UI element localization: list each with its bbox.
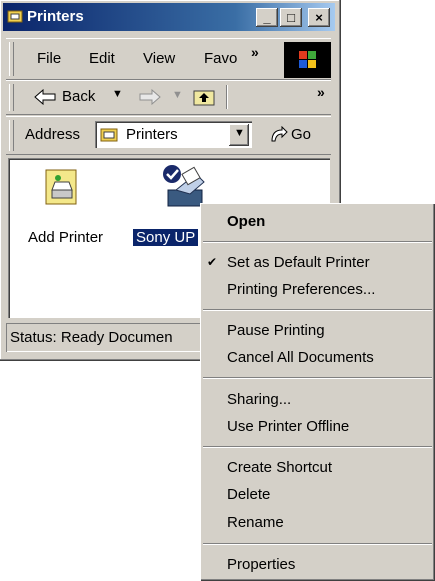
toolbar-grip[interactable]	[9, 84, 14, 111]
menu-item-printing-preferences[interactable]: Printing Preferences...	[227, 281, 375, 298]
back-arrow-icon	[34, 89, 56, 105]
back-dropdown-arrow-icon[interactable]: ▼	[112, 88, 123, 100]
menu-separator	[203, 377, 432, 379]
context-menu: Open ✔ Set as Default Printer Printing P…	[200, 203, 435, 581]
windows-logo-icon	[284, 42, 331, 78]
printers-folder-small-icon	[100, 128, 118, 142]
maximize-button[interactable]: □	[280, 8, 302, 27]
menu-overflow-chevron-icon[interactable]: »	[251, 44, 259, 60]
menu-item-set-default-printer[interactable]: Set as Default Printer	[227, 254, 370, 271]
back-button[interactable]: Back ▼	[22, 84, 132, 110]
forward-arrow-icon[interactable]	[139, 89, 161, 105]
go-label: Go	[291, 126, 312, 143]
menu-separator	[203, 309, 432, 311]
menu-item-delete[interactable]: Delete	[227, 486, 270, 503]
menu-favorites[interactable]: Favo	[204, 50, 237, 67]
toolbar-separator	[226, 85, 228, 109]
chevron-down-icon: ▼	[234, 127, 245, 139]
address-bar-grip[interactable]	[9, 120, 14, 151]
menu-view[interactable]: View	[143, 50, 175, 67]
menu-separator	[203, 446, 432, 448]
window-title: Printers	[27, 8, 84, 25]
address-input[interactable]: Printers ▼	[95, 121, 252, 148]
menu-separator	[203, 241, 432, 243]
up-folder-icon[interactable]	[192, 86, 216, 108]
menu-edit[interactable]: Edit	[89, 50, 115, 67]
printers-folder-icon	[7, 10, 23, 23]
menu-item-pause-printing[interactable]: Pause Printing	[227, 322, 325, 339]
back-label: Back	[62, 88, 96, 105]
address-value: Printers	[126, 126, 178, 143]
address-label: Address	[25, 126, 81, 143]
list-item-label-selected: Sony UP	[133, 229, 199, 246]
forward-dropdown-arrow-icon[interactable]: ▼	[172, 89, 183, 101]
go-button[interactable]: Go	[267, 122, 325, 148]
toolbar-overflow-chevron-icon[interactable]: »	[317, 84, 325, 100]
menu-item-properties[interactable]: Properties	[227, 556, 295, 573]
minimize-button[interactable]: _	[256, 8, 278, 27]
status-text: Status: Ready Documen	[10, 329, 173, 346]
add-printer-icon	[45, 169, 77, 205]
menu-bar-grip[interactable]	[9, 42, 14, 76]
menu-item-cancel-all-documents[interactable]: Cancel All Documents	[227, 349, 374, 366]
menu-item-rename[interactable]: Rename	[227, 514, 284, 531]
title-bar[interactable]: Printers _ □ ×	[3, 3, 335, 31]
menu-item-open[interactable]: Open	[227, 213, 265, 230]
list-item-label: Add Printer	[28, 229, 104, 246]
menu-item-use-printer-offline[interactable]: Use Printer Offline	[227, 418, 349, 435]
menu-separator	[203, 543, 432, 545]
menu-item-sharing[interactable]: Sharing...	[227, 391, 291, 408]
list-item-add-printer[interactable]: Add Printer	[20, 164, 110, 256]
menu-item-create-shortcut[interactable]: Create Shortcut	[227, 459, 332, 476]
checkmark-icon: ✔	[207, 255, 218, 269]
close-button[interactable]: ×	[308, 8, 330, 27]
go-arrow-icon	[271, 126, 288, 142]
address-dropdown-button[interactable]: ▼	[229, 124, 249, 146]
menu-file[interactable]: File	[37, 50, 61, 67]
